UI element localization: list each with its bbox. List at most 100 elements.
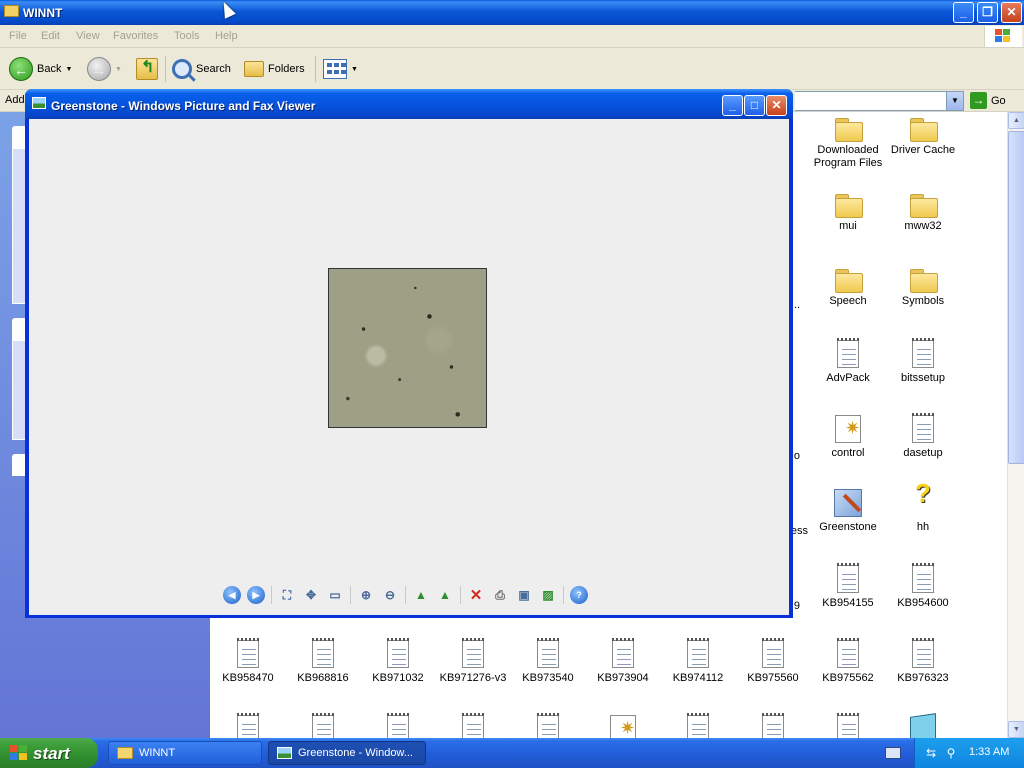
close-button[interactable]: ✕ [766,95,787,116]
file-item[interactable]: Symbols [883,267,963,308]
bitmap-file-icon [834,489,862,517]
file-item[interactable] [658,713,738,738]
file-item[interactable]: KB954155 [808,563,888,610]
file-item[interactable]: KB975562 [808,638,888,685]
folders-icon [244,61,264,77]
best-fit-icon[interactable]: ⛶ [278,586,296,604]
file-label: mui [839,220,857,232]
file-item[interactable]: dasetup [883,413,963,460]
file-label: KB974112 [672,672,724,684]
file-item[interactable] [433,713,513,738]
file-item-selected[interactable]: Greenstone [808,489,888,534]
actual-size-icon[interactable]: ✥ [302,586,320,604]
menu-help[interactable]: Help [215,30,238,42]
file-item[interactable]: KB973540 [508,638,588,685]
address-dropdown-button[interactable]: ▼ [946,91,964,111]
file-label: hh [916,521,930,533]
file-item[interactable]: KB971276-v3 [433,638,513,685]
help-icon[interactable]: ? [570,586,588,604]
maximize-button[interactable]: □ [744,95,765,116]
explorer-title: WINNT [23,6,63,20]
slideshow-icon[interactable]: ▭ [326,586,344,604]
address-input[interactable] [795,91,947,111]
go-button[interactable]: → Go [970,92,1006,109]
print-icon[interactable]: ⎙ [491,586,509,604]
rotate-clockwise-icon[interactable]: ▲ [412,586,430,604]
file-item[interactable]: KB954600 [883,563,963,610]
zoom-in-icon[interactable]: ⊕ [357,586,375,604]
up-button[interactable] [136,54,158,84]
file-item[interactable]: KB974112 [658,638,738,685]
file-item[interactable] [733,713,813,738]
menu-file[interactable]: File [9,30,27,42]
file-item[interactable] [210,713,288,738]
file-item[interactable]: mui [808,192,888,233]
network-icon[interactable]: ⇆ [923,745,939,761]
zoom-out-icon[interactable]: ⊖ [381,586,399,604]
file-item[interactable] [508,713,588,738]
file-item[interactable]: KB971032 [358,638,438,685]
scroll-down-button[interactable]: ▼ [1008,721,1024,738]
close-button[interactable]: ✕ [1001,2,1022,23]
taskbar-button-winnt[interactable]: WINNT [108,741,262,765]
menu-favorites[interactable]: Favorites [113,30,158,42]
forward-button[interactable]: → ▼ [87,54,122,84]
file-item[interactable]: Speech [808,267,888,308]
search-icon[interactable]: ⚲ [943,745,959,761]
minimize-button[interactable]: _ [722,95,743,116]
minimize-button[interactable]: _ [953,2,974,23]
menu-view[interactable]: View [76,30,100,42]
scroll-up-button[interactable]: ▲ [1008,112,1024,129]
previous-image-icon[interactable]: ◀ [223,586,241,604]
explorer-title-bar[interactable]: WINNT _ ❐ ✕ [0,0,1024,25]
vertical-scrollbar[interactable]: ▲ ▼ [1007,112,1024,738]
folders-button[interactable]: Folders [244,54,305,84]
rotate-counterclockwise-icon[interactable]: ▲ [436,586,454,604]
file-item[interactable]: control [808,415,888,460]
clock[interactable]: 1:33 AM [969,746,1009,758]
file-label: control [831,447,865,459]
viewer-title-bar[interactable]: Greenstone - Windows Picture and Fax Vie… [25,89,793,119]
file-item[interactable]: AdvPack [808,338,888,385]
file-item[interactable]: KB976323 [883,638,963,685]
keyboard-icon[interactable] [885,747,901,759]
taskbar-button-greenstone[interactable]: Greenstone - Window... [268,741,426,765]
file-item[interactable]: bitssetup [883,338,963,385]
restore-button[interactable]: ❐ [977,2,998,23]
file-item[interactable]: KB973904 [583,638,663,685]
scroll-thumb[interactable] [1008,131,1024,464]
file-item[interactable]: KB975560 [733,638,813,685]
file-item[interactable]: Driver Cache [883,116,963,157]
file-item[interactable] [883,713,963,738]
chevron-down-icon[interactable]: ▼ [65,66,72,73]
file-label: AdvPack [826,372,870,384]
forward-arrow-icon: → [87,57,111,81]
file-item[interactable] [808,713,888,738]
views-button[interactable]: ▼ [323,54,358,84]
file-item[interactable]: mww32 [883,192,963,233]
save-icon[interactable]: ▣ [515,586,533,604]
file-item[interactable]: Downloaded Program Files [808,116,888,170]
open-editor-icon[interactable]: ▨ [539,586,557,604]
file-item[interactable] [583,715,663,738]
delete-icon[interactable]: ✕ [467,586,485,604]
text-file-icon [912,338,934,368]
file-item[interactable] [358,713,438,738]
folder-icon [835,116,863,142]
file-item[interactable]: hh [883,487,963,534]
file-item[interactable] [283,713,363,738]
menu-tools[interactable]: Tools [174,30,200,42]
file-item[interactable]: KB958470 [210,638,288,685]
next-image-icon[interactable]: ▶ [247,586,265,604]
chevron-down-icon[interactable]: ▼ [115,66,122,73]
search-button[interactable]: Search [172,54,231,84]
file-label: dasetup [903,447,943,459]
toolbar-separator [350,586,351,604]
control-file-icon [610,715,636,738]
start-button[interactable]: start [0,738,98,768]
file-item[interactable]: KB968816 [283,638,363,685]
back-button[interactable]: ← Back ▼ [9,54,72,84]
text-file-icon [837,338,859,368]
menu-edit[interactable]: Edit [41,30,60,42]
text-file-icon [687,713,709,738]
